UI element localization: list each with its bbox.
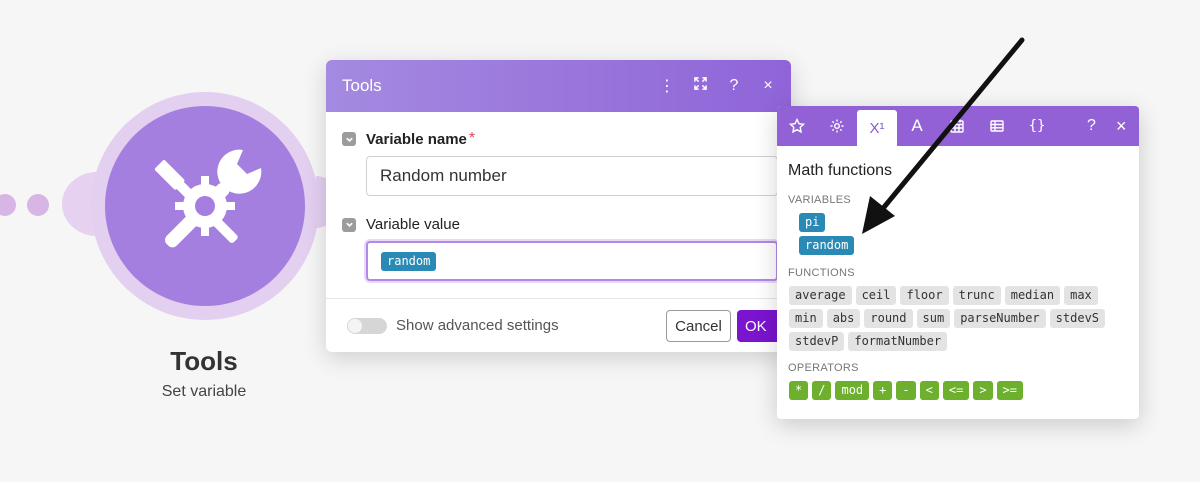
operator-pill[interactable]: > (973, 381, 993, 400)
function-pill[interactable]: stdevP (789, 332, 845, 351)
function-pill[interactable]: min (789, 309, 823, 328)
function-pill[interactable]: parseNumber (954, 309, 1046, 328)
tools-dialog: Tools ⋮ ? × Variable name * Random numbe… (326, 60, 791, 352)
function-pill[interactable]: formatNumber (848, 332, 948, 351)
operator-pill[interactable]: + (873, 381, 893, 400)
operators-label: OPERATORS (788, 362, 859, 374)
calendar-icon[interactable] (937, 106, 977, 146)
function-pill[interactable]: average (789, 286, 852, 305)
connection-dot (27, 194, 49, 216)
table-icon[interactable] (977, 106, 1017, 146)
function-pill[interactable]: ceil (855, 286, 897, 305)
function-pill[interactable]: stdevS (1049, 309, 1106, 328)
chevron-down-icon[interactable] (342, 132, 356, 146)
tools-icon (154, 149, 262, 248)
close-icon[interactable]: × (761, 77, 775, 95)
close-icon[interactable]: × (1116, 106, 1127, 146)
operator-pill[interactable]: < (919, 381, 939, 400)
advanced-settings-label: Show advanced settings (396, 317, 559, 334)
cancel-button[interactable]: Cancel (666, 310, 731, 342)
function-pill[interactable]: round (864, 309, 913, 328)
functions-label: FUNCTIONS (788, 267, 855, 279)
function-pill[interactable]: median (1004, 286, 1061, 305)
function-pill[interactable]: abs (826, 309, 861, 328)
expand-icon[interactable] (693, 77, 707, 95)
help-icon[interactable]: ? (727, 77, 741, 95)
divider (326, 298, 791, 299)
module-title: Tools (170, 346, 238, 376)
math-functions-panel: X¹ A {} ? × Math functions VARIABLES pi r… (777, 106, 1139, 419)
panel-tabs: X¹ A {} ? × (777, 106, 1139, 146)
chevron-down-icon[interactable] (342, 217, 356, 232)
module-subtitle: Set variable (161, 383, 247, 400)
function-pill[interactable]: max (1064, 286, 1098, 305)
variables-list: pi random (799, 213, 855, 255)
variables-label: VARIABLES (788, 194, 852, 206)
variable-name-input[interactable]: Random number (366, 156, 778, 196)
operators-list: * / mod + - < <= > >= (789, 381, 1129, 400)
function-pill[interactable]: floor (900, 286, 949, 305)
dialog-title: Tools (342, 76, 382, 95)
advanced-settings-toggle[interactable] (347, 318, 387, 334)
function-pill[interactable]: trunc (952, 286, 1001, 305)
star-icon[interactable] (777, 106, 817, 146)
variable-value-label: Variable value (366, 216, 460, 233)
json-icon[interactable]: {} (1017, 106, 1057, 146)
variable-pill[interactable]: random (799, 236, 855, 255)
dialog-header: Tools ⋮ ? × (326, 60, 791, 112)
functions-list: average ceil floor trunc median max min abs roun… (789, 286, 1129, 351)
math-icon[interactable]: X¹ (857, 110, 897, 146)
required-mark: * (468, 130, 476, 147)
random-pill[interactable]: random (381, 251, 437, 271)
help-icon[interactable]: ? (1087, 106, 1096, 146)
text-icon[interactable]: A (897, 106, 937, 146)
gear-icon[interactable] (817, 106, 857, 146)
operator-pill[interactable]: <= (942, 381, 970, 400)
variable-value-input[interactable]: random (366, 241, 778, 281)
tools-module[interactable] (105, 106, 305, 306)
variable-value-row: Variable value (342, 216, 460, 233)
variable-name-label: Variable name (366, 130, 467, 148)
variable-pill[interactable]: pi (799, 213, 826, 232)
ok-button[interactable]: OK (737, 310, 781, 342)
connection-dot (0, 194, 16, 216)
operator-pill[interactable]: * (789, 381, 809, 400)
variable-name-row: Variable name * (342, 130, 475, 148)
operator-pill[interactable]: >= (996, 381, 1023, 400)
more-vertical-icon[interactable]: ⋮ (659, 76, 675, 96)
function-pill[interactable]: sum (916, 309, 951, 328)
operator-pill[interactable]: / (812, 381, 832, 400)
operator-pill[interactable]: - (896, 381, 916, 400)
operator-pill[interactable]: mod (835, 381, 870, 400)
variable-name-value: Random number (380, 166, 507, 185)
panel-title: Math functions (788, 162, 893, 179)
